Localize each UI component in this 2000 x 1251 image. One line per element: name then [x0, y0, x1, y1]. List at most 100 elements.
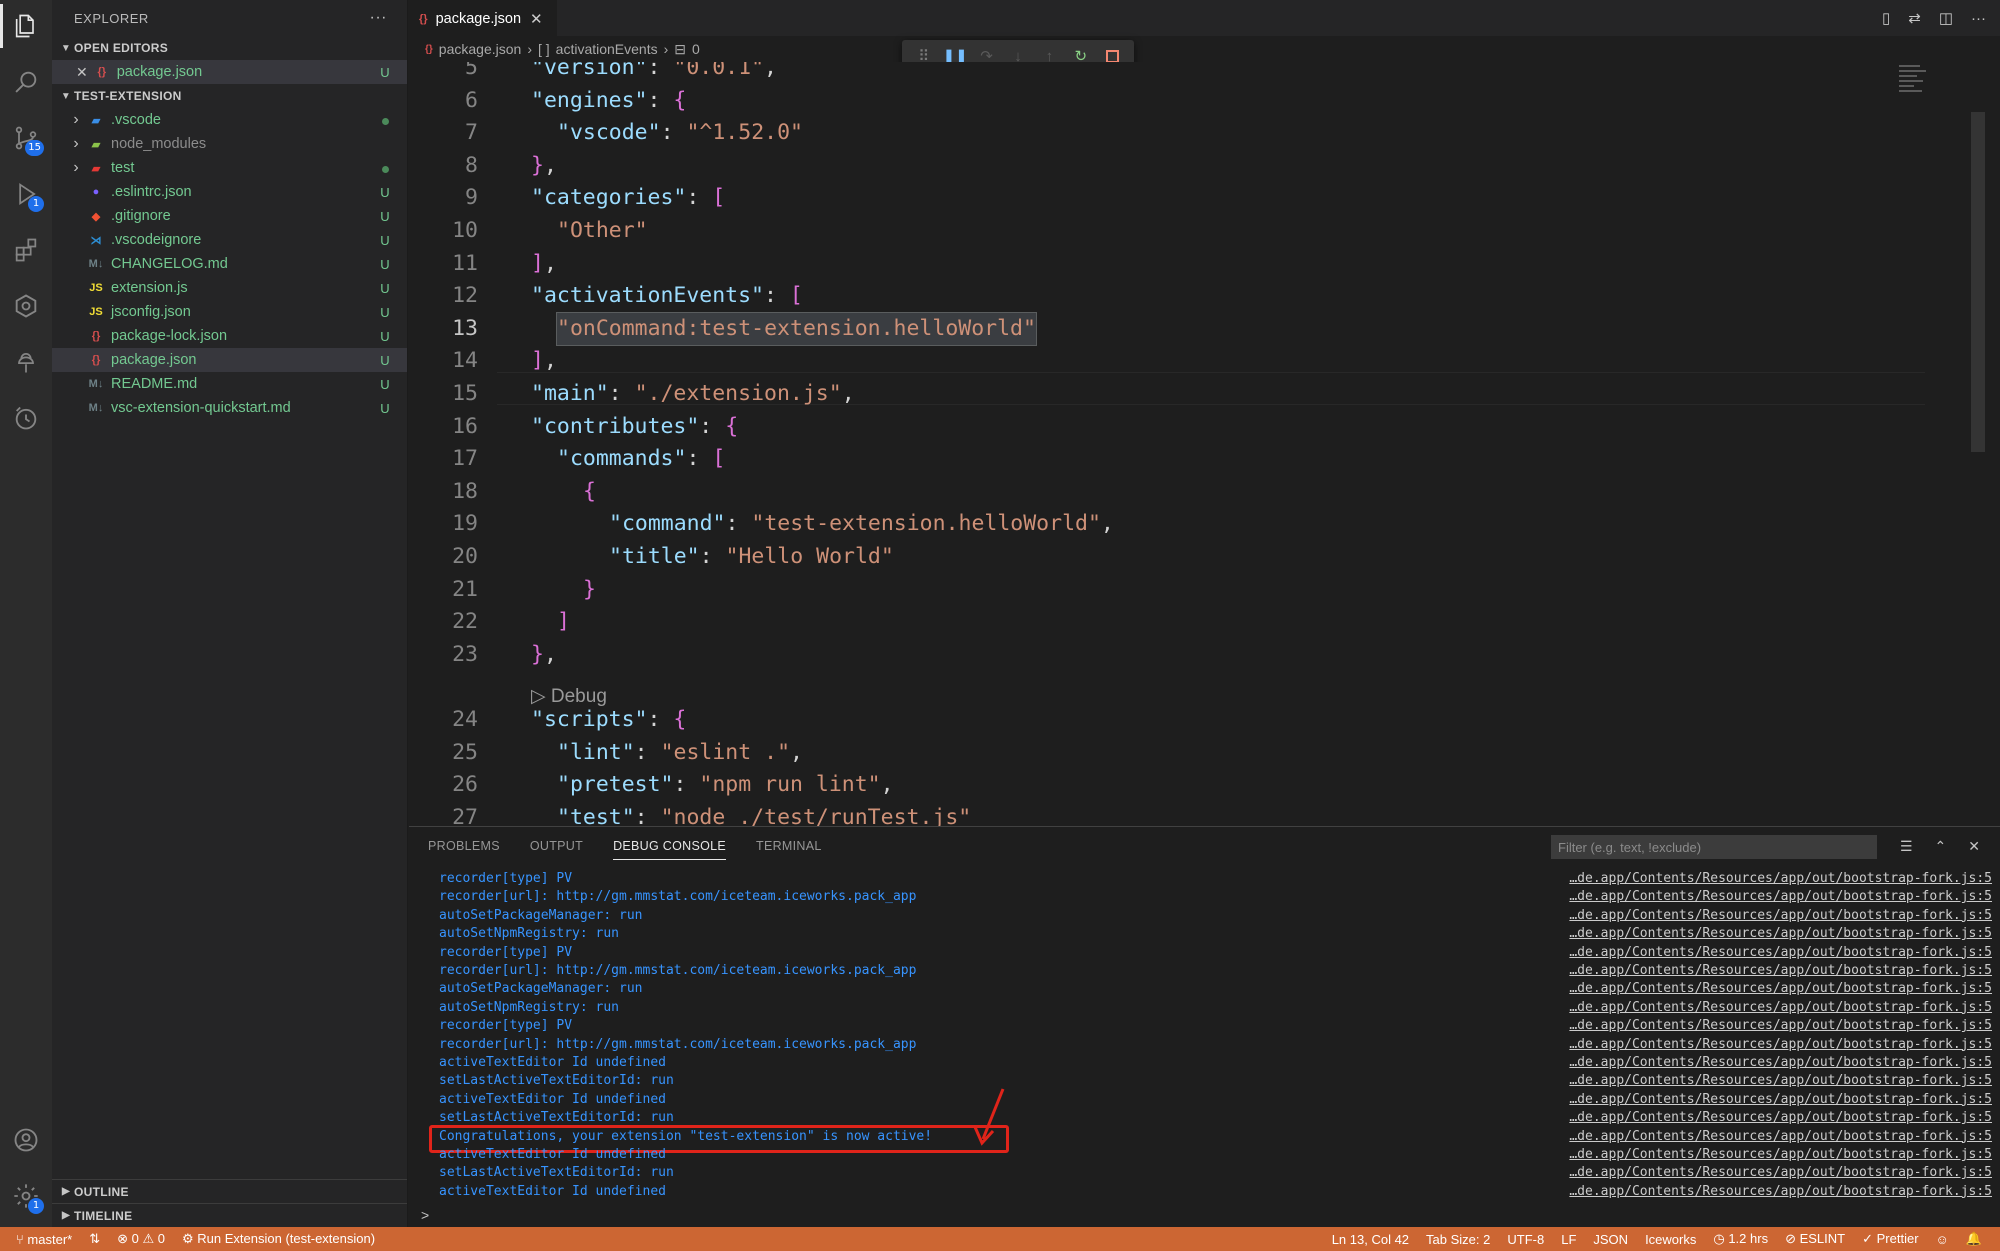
code-text: ]: [557, 609, 570, 635]
line-number: 10: [452, 218, 478, 243]
iceworks-item[interactable]: Iceworks: [1645, 1232, 1696, 1247]
code-line: 15 "main": "./extension.js",: [409, 378, 1985, 411]
tree-item[interactable]: M↓ CHANGELOG.md U: [52, 252, 407, 276]
problems-item[interactable]: ⊗ 0 ⚠ 0: [117, 1231, 165, 1247]
tree-icon[interactable]: [0, 336, 52, 388]
search-icon[interactable]: [0, 56, 52, 108]
open-changes-icon[interactable]: ⇄: [1908, 9, 1921, 27]
tree-item[interactable]: {} package-lock.json U: [52, 324, 407, 348]
time-tracker[interactable]: ◷ 1.2 hrs: [1713, 1231, 1768, 1247]
console-source-link[interactable]: …de.app/Contents/Resources/app/out/boots…: [1569, 1072, 1992, 1090]
console-source-link[interactable]: …de.app/Contents/Resources/app/out/boots…: [1569, 1146, 1992, 1164]
clear-console-icon[interactable]: ☰: [1900, 838, 1913, 855]
console-source-link[interactable]: …de.app/Contents/Resources/app/out/boots…: [1569, 1183, 1992, 1201]
vertical-scrollbar[interactable]: [1971, 112, 1985, 452]
chevron-right-icon: ›: [73, 135, 79, 152]
split-editor-icon[interactable]: ◫: [1939, 9, 1953, 27]
encoding[interactable]: UTF-8: [1507, 1232, 1544, 1247]
source-control-icon[interactable]: 15: [0, 112, 52, 164]
timeline-section[interactable]: ▶ TIMELINE: [52, 1203, 407, 1227]
debug-console-output[interactable]: recorder[type] PV …de.app/Contents/Resour…: [409, 865, 2000, 1201]
console-source-link[interactable]: …de.app/Contents/Resources/app/out/boots…: [1569, 1054, 1992, 1072]
code-editor[interactable]: 5 "version": "0.0.1", 6 "engines": {7 "vscod…: [409, 62, 1985, 826]
stop-icon[interactable]: [1101, 49, 1123, 63]
tab-package-json[interactable]: {} package.json ✕: [409, 0, 557, 36]
console-source-link[interactable]: …de.app/Contents/Resources/app/out/boots…: [1569, 907, 1992, 925]
explorer-icon[interactable]: [0, 0, 52, 52]
tab-size[interactable]: Tab Size: 2: [1426, 1232, 1490, 1247]
tree-item[interactable]: › ▰ .vscode: [52, 108, 407, 132]
tree-item[interactable]: JS extension.js U: [52, 276, 407, 300]
cursor-position[interactable]: Ln 13, Col 42: [1332, 1232, 1409, 1247]
tree-item[interactable]: {} package.json U: [52, 348, 407, 372]
folder-icon: ▰: [91, 114, 101, 127]
breadcrumb-file[interactable]: package.json: [439, 41, 522, 57]
chevron-down-icon: ▼: [60, 42, 72, 54]
minimap[interactable]: [1899, 62, 1929, 122]
open-editors-section[interactable]: ▼ OPEN EDITORS: [52, 36, 407, 60]
tree-item[interactable]: ◆ .gitignore U: [52, 204, 407, 228]
tree-item[interactable]: M↓ vsc-extension-quickstart.md U: [52, 396, 407, 420]
run-debug-icon[interactable]: 1: [0, 168, 52, 220]
more-actions-button[interactable]: ···: [370, 9, 387, 27]
project-section[interactable]: ▼ TEST-EXTENSION: [52, 84, 407, 108]
console-source-link[interactable]: …de.app/Contents/Resources/app/out/boots…: [1569, 925, 1992, 943]
run-config-item[interactable]: ⚙ Run Extension (test-extension): [182, 1231, 375, 1247]
eslint-item[interactable]: ⊘ ESLINT: [1785, 1231, 1845, 1247]
breadcrumb-node[interactable]: activationEvents: [556, 41, 658, 57]
timeline-icon[interactable]: [0, 392, 52, 444]
console-source-link[interactable]: …de.app/Contents/Resources/app/out/boots…: [1569, 888, 1992, 906]
prettier-item[interactable]: ✓ Prettier: [1862, 1231, 1918, 1247]
console-source-link[interactable]: …de.app/Contents/Resources/app/out/boots…: [1569, 1017, 1992, 1035]
console-line: activeTextEditor Id undefined …de.app/Con…: [439, 1091, 1992, 1109]
close-editor-icon[interactable]: ✕: [76, 64, 88, 81]
console-message: activeTextEditor Id undefined: [439, 1055, 666, 1070]
console-source-link[interactable]: …de.app/Contents/Resources/app/out/boots…: [1569, 944, 1992, 962]
end-of-line[interactable]: LF: [1561, 1232, 1576, 1247]
console-source-link[interactable]: …de.app/Contents/Resources/app/out/boots…: [1569, 1091, 1992, 1109]
console-source-link[interactable]: …de.app/Contents/Resources/app/out/boots…: [1569, 962, 1992, 980]
console-source-link[interactable]: …de.app/Contents/Resources/app/out/boots…: [1569, 980, 1992, 998]
account-icon[interactable]: [0, 1114, 52, 1166]
language-mode[interactable]: JSON: [1593, 1232, 1628, 1247]
remote-explorer-icon[interactable]: [0, 280, 52, 332]
console-prompt[interactable]: >: [421, 1207, 429, 1223]
tree-item[interactable]: › ▰ test: [52, 156, 407, 180]
extensions-icon[interactable]: [0, 224, 52, 276]
tree-item[interactable]: JS jsconfig.json U: [52, 300, 407, 324]
open-preview-icon[interactable]: ▯: [1882, 9, 1890, 27]
breadcrumb-index[interactable]: 0: [692, 41, 700, 57]
tab-debug-console[interactable]: DEBUG CONSOLE: [613, 839, 727, 860]
git-status-badge: U: [380, 208, 390, 224]
console-source-link[interactable]: …de.app/Contents/Resources/app/out/boots…: [1569, 1164, 1992, 1182]
console-source-link[interactable]: …de.app/Contents/Resources/app/out/boots…: [1569, 1036, 1992, 1054]
console-source-link[interactable]: …de.app/Contents/Resources/app/out/boots…: [1569, 870, 1992, 888]
settings-gear-icon[interactable]: 1: [0, 1170, 52, 1222]
line-number: 25: [452, 739, 478, 765]
folder-icon: ▰: [91, 138, 101, 151]
close-tab-icon[interactable]: ✕: [530, 10, 543, 28]
clock-icon: ◷: [1713, 1231, 1729, 1246]
sync-icon[interactable]: ⇅: [89, 1231, 100, 1247]
branch-item[interactable]: ⑂ master*: [16, 1232, 72, 1247]
open-editors-title: OPEN EDITORS: [74, 41, 169, 55]
console-filter-input[interactable]: [1551, 835, 1877, 859]
close-panel-icon[interactable]: ✕: [1968, 838, 1980, 855]
console-source-link[interactable]: …de.app/Contents/Resources/app/out/boots…: [1569, 1128, 1992, 1146]
more-actions-icon[interactable]: ···: [1971, 10, 1986, 27]
tree-item[interactable]: ⋊ .vscodeignore U: [52, 228, 407, 252]
open-editor-item[interactable]: ✕ {} package.json U: [52, 60, 407, 84]
maximize-panel-icon[interactable]: ⌃: [1935, 838, 1947, 855]
console-source-link[interactable]: …de.app/Contents/Resources/app/out/boots…: [1569, 1109, 1992, 1127]
feedback-icon[interactable]: ☺: [1936, 1232, 1949, 1247]
tree-item[interactable]: › ▰ node_modules: [52, 132, 407, 156]
outline-section[interactable]: ▶ OUTLINE: [52, 1179, 407, 1203]
tree-item[interactable]: ● .eslintrc.json U: [52, 180, 407, 204]
tab-output[interactable]: OUTPUT: [530, 839, 583, 853]
notifications-icon[interactable]: 🔔: [1966, 1231, 1982, 1247]
tree-item[interactable]: M↓ README.md U: [52, 372, 407, 396]
tab-problems[interactable]: PROBLEMS: [428, 839, 500, 853]
console-line: setLastActiveTextEditorId: run …de.app/Co…: [439, 1164, 1992, 1182]
tab-terminal[interactable]: TERMINAL: [756, 839, 822, 853]
console-source-link[interactable]: …de.app/Contents/Resources/app/out/boots…: [1569, 999, 1992, 1017]
